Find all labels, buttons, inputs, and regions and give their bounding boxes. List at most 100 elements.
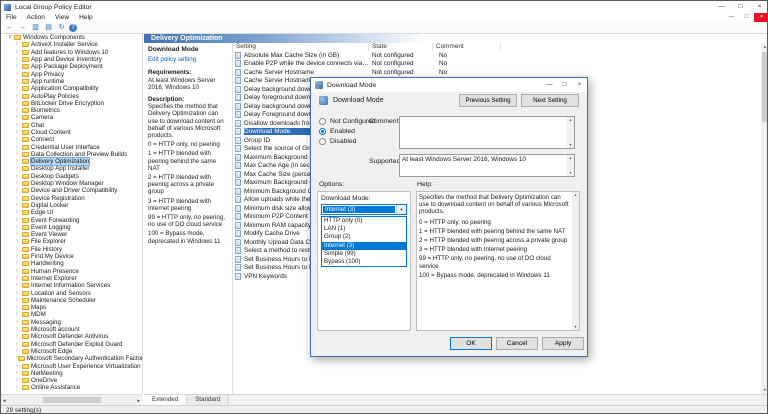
dropdown-option-group-2[interactable]: Group (2) [322, 233, 406, 241]
tab-extended[interactable]: Extended [144, 395, 187, 405]
tree-item-handwriting[interactable]: ›Handwriting [1, 260, 142, 267]
dropdown-option-lan-1[interactable]: LAN (1) [322, 225, 406, 233]
tree-item-microsoft-account[interactable]: ›Microsoft account [1, 326, 142, 333]
tree-item-autoplay-policies[interactable]: ›AutoPlay Policies [1, 92, 142, 99]
tree-item-cloud-content[interactable]: ›Cloud Content [1, 129, 142, 136]
tree-item-event-logging[interactable]: ›Event Logging [1, 224, 142, 231]
tree-item-event-forwarding[interactable]: ›Event Forwarding [1, 216, 142, 223]
tree-item-human-presence[interactable]: ›Human Presence [1, 268, 142, 275]
tree-item-file-history[interactable]: ›File History [1, 246, 142, 253]
dialog-close-icon[interactable]: × [572, 78, 587, 92]
tree-item-bitlocker-drive-encryption[interactable]: ›BitLocker Drive Encryption [1, 100, 142, 107]
tree-item-online-assistance[interactable]: ›Online Assistance [1, 384, 142, 391]
scroll-down-icon[interactable]: ▼ [567, 142, 574, 148]
tree-item-location-and-sensors[interactable]: ›Location and Sensors [1, 289, 142, 296]
column-header-setting[interactable]: Setting [233, 43, 369, 51]
tree-item-netmeeting[interactable]: ›NetMeeting [1, 370, 142, 377]
chevron-down-icon[interactable]: ▼ [396, 205, 406, 214]
setting-row-enable-p2p-while-the-device-connects-via-vpn[interactable]: Enable P2P while the device connects via… [233, 60, 761, 69]
tree-item-device-registration[interactable]: ›Device Registration [1, 195, 142, 202]
show-console-tree-icon[interactable]: ▥ [30, 23, 41, 33]
radio-enabled[interactable]: Enabled [319, 126, 376, 136]
supported-on-scrollbar[interactable]: ▲ ▼ [567, 155, 574, 176]
tree-item-internet-information-services[interactable]: ›Internet Information Services [1, 282, 142, 289]
tree-item-microsoft-defender-antivirus[interactable]: ›Microsoft Defender Antivirus [1, 333, 142, 340]
tree-item-app-privacy[interactable]: ›App Privacy [1, 70, 142, 77]
tree-item-device-and-driver-compatibility[interactable]: ›Device and Driver Compatibility [1, 187, 142, 194]
tree-item-camera[interactable]: ›Camera [1, 114, 142, 121]
child-minimize-icon[interactable]: — [724, 13, 739, 22]
export-list-icon[interactable]: ▤ [43, 23, 54, 33]
child-close-icon[interactable]: × [754, 13, 768, 22]
cancel-button[interactable]: Cancel [496, 337, 538, 350]
tree-item-credential-user-interface[interactable]: ›Credential User Interface [1, 143, 142, 150]
scroll-up-icon[interactable]: ▲ [567, 117, 574, 123]
help-icon[interactable]: ? [69, 24, 77, 32]
column-header-state[interactable]: State [369, 43, 433, 51]
next-setting-button[interactable]: Next Setting [521, 94, 579, 107]
tree-item-windows-components[interactable]: ∨Windows Components [1, 34, 142, 41]
tree-item-maps[interactable]: ›Maps [1, 304, 142, 311]
menu-action[interactable]: Action [22, 14, 50, 21]
dialog-minimize-icon[interactable]: — [542, 78, 557, 92]
column-header-comment[interactable]: Comment [433, 43, 501, 51]
tree-item-microsoft-defender-exploit-guard[interactable]: ›Microsoft Defender Exploit Guard [1, 340, 142, 347]
download-mode-combobox[interactable]: Internet (3) ▼ [321, 204, 407, 215]
menu-help[interactable]: Help [74, 14, 98, 21]
tree-item-edge-ui[interactable]: ›Edge UI [1, 209, 142, 216]
edit-policy-setting-link[interactable]: Edit policy setting [148, 56, 228, 63]
scroll-up-icon[interactable]: ▲ [567, 155, 574, 161]
tab-standard[interactable]: Standard [187, 395, 229, 405]
help-scrollbar[interactable]: ▲ ▼ [572, 192, 579, 330]
radio-not-configured[interactable]: Not Configured [319, 116, 376, 126]
comment-textarea[interactable]: ▲ ▼ [399, 116, 575, 149]
tree-item-find-my-device[interactable]: ›Find My Device [1, 253, 142, 260]
tree-item-messaging[interactable]: ›Messaging [1, 319, 142, 326]
dropdown-option-http-only-0[interactable]: HTTP only (0) [322, 217, 406, 225]
close-icon[interactable]: × [750, 1, 768, 13]
scrollbar-thumb[interactable] [762, 52, 768, 122]
setting-row-cache-server-hostname[interactable]: Cache Server HostnameNot configuredNo [233, 68, 761, 77]
tree-item-desktop-app-installer[interactable]: ›Desktop App Installer [1, 165, 142, 172]
refresh-icon[interactable]: ↻ [56, 23, 67, 33]
ok-button[interactable]: OK [450, 337, 492, 350]
tree-item-desktop-gadgets[interactable]: ›Desktop Gadgets [1, 173, 142, 180]
dropdown-option-simple-99[interactable]: Simple (99) [322, 250, 406, 258]
tree-item-microsoft-user-experience-virtualization[interactable]: ›Microsoft User Experience Virtualizatio… [1, 362, 142, 369]
tree-item-event-viewer[interactable]: ›Event Viewer [1, 231, 142, 238]
scroll-down-icon[interactable]: ▼ [567, 170, 574, 176]
tree-item-chat[interactable]: ›Chat [1, 122, 142, 129]
radio-disabled[interactable]: Disabled [319, 136, 376, 146]
tree-item-mdm[interactable]: ›MDM [1, 311, 142, 318]
tree-item-connect[interactable]: ›Connect [1, 136, 142, 143]
scroll-left-icon[interactable]: ◄ [2, 398, 6, 403]
dropdown-option-internet-3[interactable]: Internet (3) [322, 242, 406, 250]
minimize-icon[interactable]: — [712, 1, 731, 13]
tree-item-desktop-window-manager[interactable]: ›Desktop Window Manager [1, 180, 142, 187]
scroll-down-icon[interactable]: ▼ [761, 386, 768, 394]
tree-item-activex-installer-service[interactable]: ›ActiveX Installer Service [1, 41, 142, 48]
scroll-up-icon[interactable]: ▲ [572, 192, 579, 198]
child-restore-icon[interactable]: □ [739, 13, 754, 22]
comment-scrollbar[interactable]: ▲ ▼ [567, 117, 574, 148]
scroll-down-icon[interactable]: ▼ [572, 324, 579, 330]
tree-item-app-runtime[interactable]: ›App runtime [1, 78, 142, 85]
apply-button[interactable]: Apply [542, 337, 584, 350]
forward-icon[interactable]: → [17, 23, 28, 33]
previous-setting-button[interactable]: Previous Setting [459, 94, 517, 107]
tree-item-file-explorer[interactable]: ›File Explorer [1, 238, 142, 245]
tree-item-delivery-optimization[interactable]: ›Delivery Optimization [1, 158, 142, 165]
tree-item-application-compatibility[interactable]: ›Application Compatibility [1, 85, 142, 92]
tree-item-app-package-deployment[interactable]: ›App Package Deployment [1, 63, 142, 70]
tree-item-internet-explorer[interactable]: ›Internet Explorer [1, 275, 142, 282]
scroll-right-icon[interactable]: ► [137, 398, 141, 403]
tree-item-app-and-device-inventory[interactable]: ›App and Device Inventory [1, 56, 142, 63]
tree-item-add-features-to-windows-10[interactable]: ›Add features to Windows 10 [1, 49, 142, 56]
tree-item-maintenance-scheduler[interactable]: ›Maintenance Scheduler [1, 297, 142, 304]
setting-row-absolute-max-cache-size-in-gb[interactable]: Absolute Max Cache Size (in GB)Not confi… [233, 51, 761, 60]
tree-horizontal-scrollbar[interactable]: ◄ ► [1, 394, 142, 405]
tree-item-microsoft-secondary-authentication-factor[interactable]: ›Microsoft Secondary Authentication Fact… [1, 355, 142, 362]
tree-item-onedrive[interactable]: ›OneDrive [1, 377, 142, 384]
dialog-maximize-icon[interactable]: □ [557, 78, 572, 92]
tree-item-digital-locker[interactable]: ›Digital Locker [1, 202, 142, 209]
